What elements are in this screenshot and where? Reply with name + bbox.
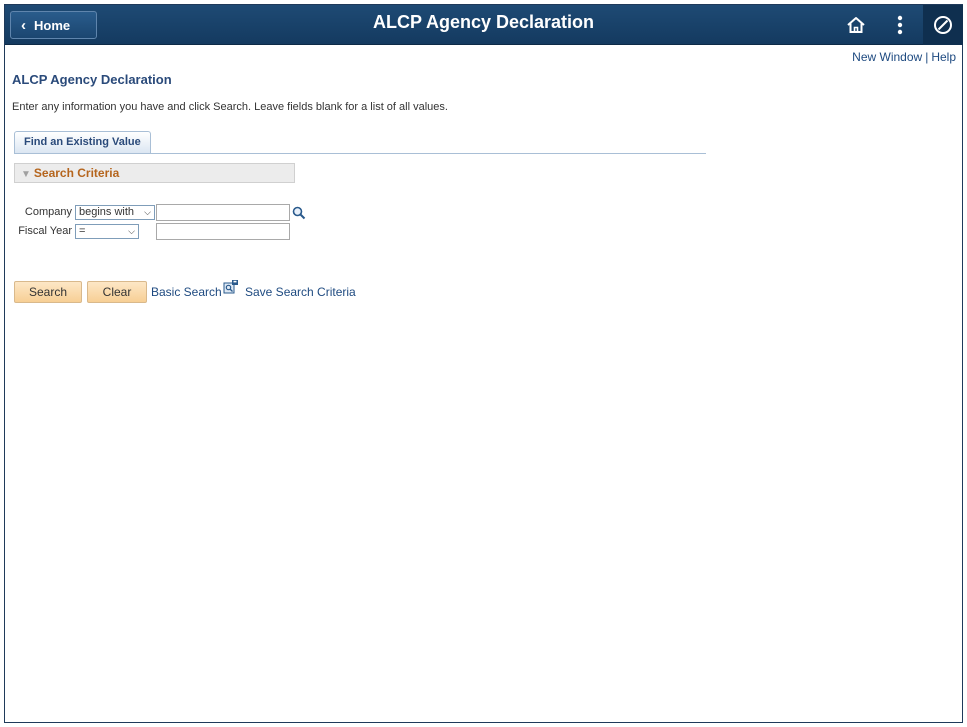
chevron-down-icon: ⌵ [128,226,135,236]
link-separator: | [925,50,929,64]
top-links: New Window | Help [852,50,956,64]
company-input[interactable] [156,204,290,221]
fiscal-year-operator-value: = [79,225,86,237]
company-label: Company [24,206,72,218]
new-window-link[interactable]: New Window [852,50,922,64]
fiscal-year-input[interactable] [156,223,290,240]
more-vertical-icon[interactable] [882,5,918,45]
search-criteria-header[interactable]: ▼ Search Criteria [14,163,295,183]
instructions-text: Enter any information you have and click… [12,101,448,113]
search-criteria-label: Search Criteria [33,166,120,180]
chevron-down-icon: ⌵ [144,207,151,217]
banner-title: ALCP Agency Declaration [372,12,595,32]
collapse-triangle-icon: ▼ [21,169,31,180]
save-search-criteria-link[interactable]: Save Search Criteria [245,285,356,299]
navigator-icon[interactable] [923,5,963,45]
basic-search-link[interactable]: Basic Search [151,285,222,299]
fiscal-year-operator-select[interactable]: = ⌵ [75,224,139,239]
page-frame: ‹ Home ALCP Agency Declaration New Windo… [4,4,963,723]
company-operator-select[interactable]: begins with ⌵ [75,205,155,220]
tab-divider [14,153,706,154]
search-button[interactable]: Search [14,281,82,303]
header-banner: ‹ Home ALCP Agency Declaration [5,5,963,45]
save-search-icon[interactable] [223,279,239,295]
fiscal-year-label: Fiscal Year [18,225,72,237]
tab-find-existing-value[interactable]: Find an Existing Value [14,131,151,153]
company-operator-value: begins with [79,206,135,218]
home-icon[interactable] [838,5,874,45]
lookup-search-icon[interactable] [292,206,306,220]
clear-button[interactable]: Clear [87,281,147,303]
page-title: ALCP Agency Declaration [12,72,172,87]
help-link[interactable]: Help [931,50,956,64]
